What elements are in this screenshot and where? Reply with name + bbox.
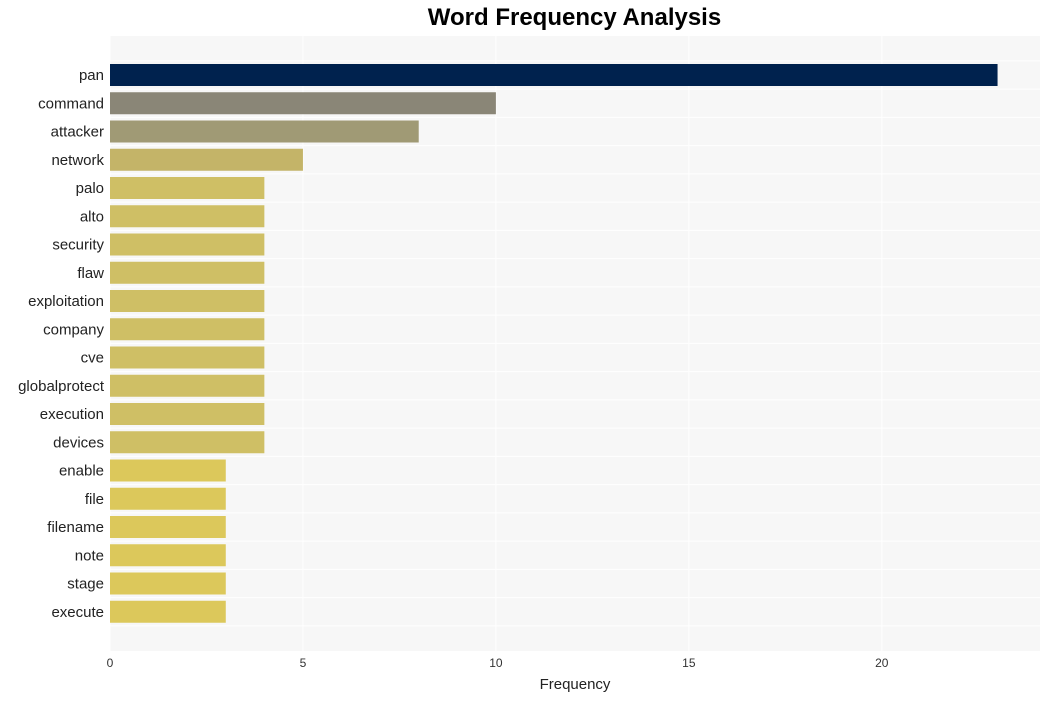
category-label: file [85,491,104,508]
category-label: cve [81,350,104,367]
category-label: globalprotect [18,378,105,395]
x-tick-label: 5 [300,656,307,670]
category-label: command [38,95,104,112]
bar-flaw [110,261,265,284]
bar-security [110,233,265,256]
bar-attacker [110,120,419,143]
category-label: execution [40,406,104,423]
bar-devices [110,431,265,454]
category-label: execute [51,604,104,621]
bar-exploitation [110,290,265,312]
category-label: flaw [77,265,104,282]
bar-palo [110,177,265,199]
bar-command [110,92,496,115]
bar-globalprotect [110,374,265,397]
category-label: security [52,237,104,254]
bar-filename [110,516,226,538]
category-label: palo [76,180,104,197]
x-tick-label: 20 [875,656,889,670]
x-axis-title: Frequency [540,676,611,693]
bar-enable [110,459,226,482]
category-label: stage [67,576,104,593]
bar-note [110,544,226,567]
category-label: enable [59,463,104,480]
bar-execution [110,403,265,425]
x-tick-labels: 0 5 10 15 20 [107,656,889,670]
category-label: filename [47,519,104,536]
chart-title: Word Frequency Analysis [427,4,722,31]
category-label: alto [80,208,104,225]
category-label: exploitation [28,293,104,310]
category-label: note [75,547,104,564]
bar-file [110,487,226,510]
bar-network [110,148,303,171]
category-label: network [51,152,104,169]
x-tick-label: 10 [489,656,503,670]
category-label: attacker [51,124,104,141]
bar-cve [110,346,265,369]
x-tick-label: 0 [107,656,114,670]
bar-execute [110,600,226,623]
x-tick-label: 15 [682,656,696,670]
category-label: devices [53,434,104,451]
category-label: company [43,321,104,338]
bar-chart: pan command attacker network palo alto securit… [18,36,1040,693]
bar-stage [110,572,226,595]
bar-pan [110,64,998,86]
category-label: pan [79,67,104,84]
category-labels: pan command attacker network palo alto securit… [18,67,105,621]
bar-alto [110,205,265,228]
bar-company [110,318,265,341]
